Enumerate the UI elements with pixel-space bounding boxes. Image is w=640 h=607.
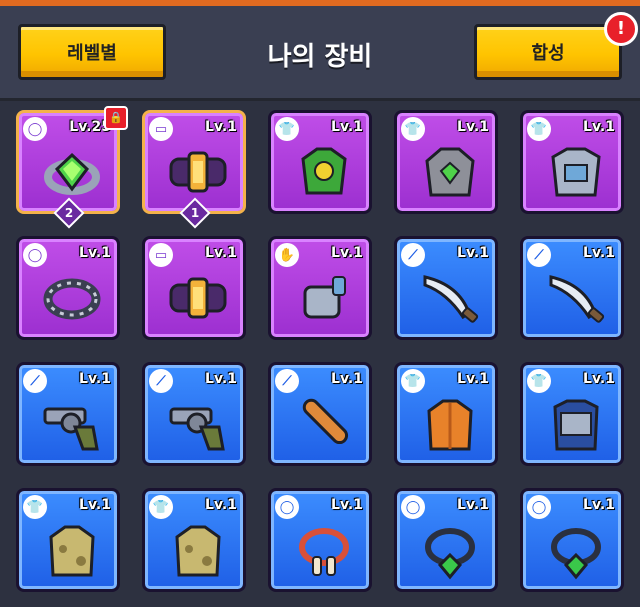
inventory-slot-camo-shirt[interactable]: 👕 Lv.1 [142, 488, 246, 592]
machete-icon [423, 275, 479, 323]
inventory-slot-revolver[interactable]: ⟋ Lv.1 [16, 362, 120, 466]
equipped-count-label: 2 [64, 206, 74, 220]
tactical-vest-icon [553, 399, 599, 451]
header-bar: 레벨별 나의 장비 합성 [0, 6, 640, 101]
item-level-label: Lv.1 [79, 497, 111, 513]
inventory-slot-steel-armor[interactable]: 👕 Lv.1 [520, 110, 624, 214]
item-level-label: Lv.1 [457, 497, 489, 513]
bone-necklace-icon [299, 528, 349, 576]
orange-jacket-icon [427, 399, 473, 451]
weapon-slot-icon: ⟋ [23, 369, 47, 393]
armor-slot-icon: 👕 [401, 117, 425, 141]
glove-slot-icon: ✋ [275, 243, 299, 267]
item-level-label: Lv.1 [205, 245, 237, 261]
belt-purple-icon [169, 277, 227, 319]
item-level-label: Lv.1 [457, 245, 489, 261]
inventory-slot-bone-necklace[interactable]: ◯ Lv.1 [268, 488, 372, 592]
equipment-grid: ◯ Lv.25 🔒 2 ▭ Lv.1 1 👕 Lv.1 👕 Lv.1 👕 Lv.1 ◯ Lv.1 ▭ Lv.1 ✋… [16, 106, 624, 607]
inventory-slot-revolver[interactable]: ⟋ Lv.1 [142, 362, 246, 466]
inventory-slot-stone-armor[interactable]: 👕 Lv.1 [394, 110, 498, 214]
item-level-label: Lv.1 [331, 371, 363, 387]
camo-shirt-icon [175, 525, 221, 577]
item-level-label: Lv.1 [331, 119, 363, 135]
merge-alert-badge: ! [604, 12, 638, 46]
camo-shirt-icon [49, 525, 95, 577]
item-level-label: Lv.1 [79, 245, 111, 261]
item-level-label: Lv.1 [583, 119, 615, 135]
leaf-armor-icon [301, 147, 347, 195]
item-level-label: Lv.1 [205, 119, 237, 135]
item-level-label: Lv.1 [583, 371, 615, 387]
armor-slot-icon: 👕 [275, 117, 299, 141]
armor-slot-icon: 👕 [149, 495, 173, 519]
page-title: 나의 장비 [267, 42, 373, 72]
ring-slot-icon: ◯ [23, 243, 47, 267]
item-level-label: Lv.1 [205, 497, 237, 513]
item-level-label: Lv.1 [583, 245, 615, 261]
weapon-slot-icon: ⟋ [275, 369, 299, 393]
revolver-icon [43, 407, 99, 451]
inventory-slot-leaf-armor[interactable]: 👕 Lv.1 [268, 110, 372, 214]
equipped-count-label: 1 [190, 206, 200, 220]
belt-slot-icon: ▭ [149, 243, 173, 267]
armor-slot-icon: 👕 [23, 495, 47, 519]
steel-armor-icon [551, 147, 601, 197]
belt-purple-icon [169, 151, 227, 193]
inventory-slot-machete[interactable]: ⟋ Lv.1 [394, 236, 498, 340]
armor-slot-icon: 👕 [401, 369, 425, 393]
item-level-label: Lv.1 [457, 119, 489, 135]
ring-green-gem-icon [44, 152, 100, 195]
gem-necklace-icon [551, 528, 601, 580]
spiked-collar-icon [43, 278, 101, 320]
armor-slot-icon: 👕 [527, 117, 551, 141]
stone-armor-icon [425, 147, 475, 197]
gem-necklace-icon [425, 528, 475, 580]
ring-slot-icon: ◯ [23, 117, 47, 141]
item-level-label: Lv.1 [583, 497, 615, 513]
weapon-slot-icon: ⟋ [527, 243, 551, 267]
inventory-slot-tactical-vest[interactable]: 👕 Lv.1 [520, 362, 624, 466]
inventory-slot-machete[interactable]: ⟋ Lv.1 [520, 236, 624, 340]
ring-slot-icon: ◯ [275, 495, 299, 519]
inventory-slot-belt-purple[interactable]: ▭ Lv.1 [142, 236, 246, 340]
inventory-slot-orange-jacket[interactable]: 👕 Lv.1 [394, 362, 498, 466]
sort-by-level-button[interactable]: 레벨별 [18, 24, 166, 80]
belt-slot-icon: ▭ [149, 117, 173, 141]
lock-badge-icon: 🔒 [104, 106, 128, 130]
ring-slot-icon: ◯ [527, 495, 551, 519]
item-level-label: Lv.1 [331, 245, 363, 261]
inventory-slot-gem-necklace[interactable]: ◯ Lv.1 [520, 488, 624, 592]
robot-gauntlet-icon [303, 276, 346, 319]
ring-slot-icon: ◯ [401, 495, 425, 519]
armor-slot-icon: 👕 [527, 369, 551, 393]
baseball-bat-icon [302, 398, 349, 445]
inventory-slot-spiked-collar[interactable]: ◯ Lv.1 [16, 236, 120, 340]
merge-button[interactable]: 합성 [474, 24, 622, 80]
machete-icon [549, 275, 605, 323]
item-level-label: Lv.1 [205, 371, 237, 387]
inventory-slot-baseball-bat[interactable]: ⟋ Lv.1 [268, 362, 372, 466]
item-level-label: Lv.1 [79, 371, 111, 387]
inventory-slot-camo-shirt[interactable]: 👕 Lv.1 [16, 488, 120, 592]
item-level-label: Lv.1 [457, 371, 489, 387]
inventory-slot-robot-gauntlet[interactable]: ✋ Lv.1 [268, 236, 372, 340]
item-level-label: Lv.1 [331, 497, 363, 513]
weapon-slot-icon: ⟋ [401, 243, 425, 267]
inventory-slot-gem-necklace[interactable]: ◯ Lv.1 [394, 488, 498, 592]
revolver-icon [169, 407, 225, 451]
weapon-slot-icon: ⟋ [149, 369, 173, 393]
